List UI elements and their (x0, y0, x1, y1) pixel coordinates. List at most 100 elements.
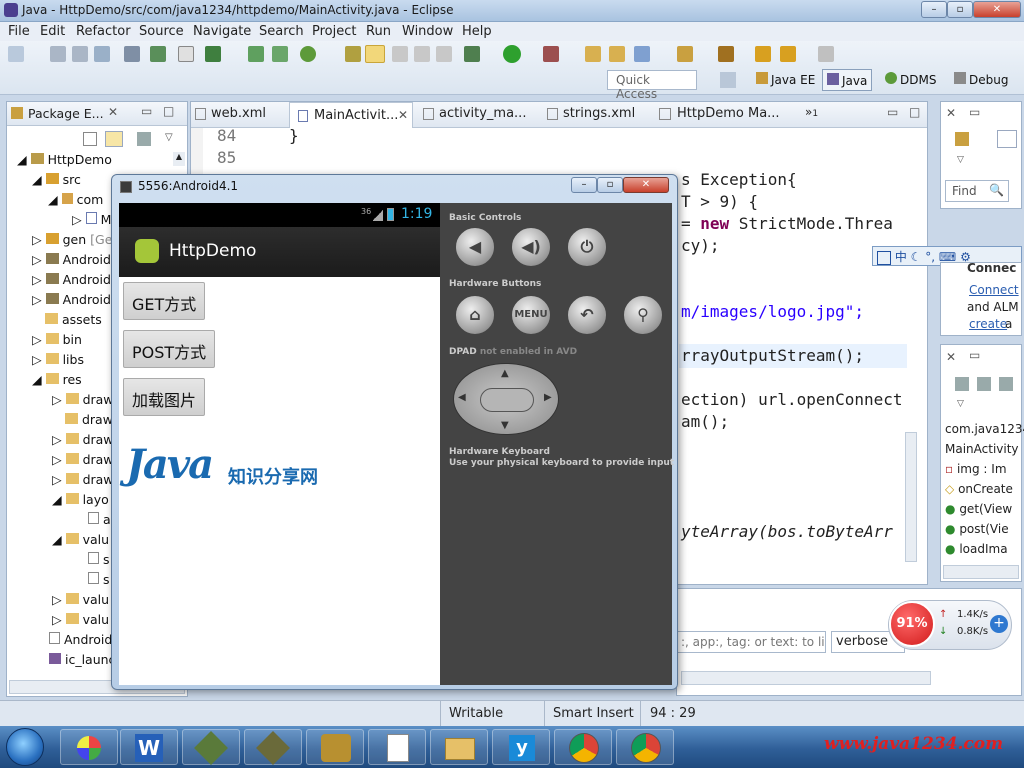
code-line[interactable]: rrayOutputStream(); (681, 346, 864, 365)
collapse-all-icon[interactable] (83, 132, 97, 146)
chevron-down-icon[interactable]: ▽ (957, 399, 964, 409)
tree-item-drawable[interactable]: ▷ draw (52, 472, 114, 487)
tree-item-bin[interactable]: ▷ bin (32, 332, 82, 347)
debug-icon[interactable] (464, 46, 480, 62)
open-type-icon[interactable] (585, 46, 601, 62)
menu-button[interactable]: MENU (511, 295, 551, 335)
tab-overflow[interactable]: »1 (805, 105, 818, 119)
task-list-icon[interactable] (997, 130, 1017, 148)
code-line[interactable]: T > 9) { (681, 192, 758, 211)
sort-icon[interactable] (977, 377, 991, 391)
dpad-up-icon[interactable]: ▲ (501, 368, 509, 379)
tree-item-layout[interactable]: ◢ layo (52, 492, 109, 507)
page-icon[interactable] (178, 46, 194, 62)
outline-package[interactable]: com.java1234 (945, 422, 1024, 436)
power-icon[interactable]: ⏻ (567, 227, 607, 267)
tree-item-values-file[interactable]: s (88, 572, 110, 587)
tree-item-values[interactable]: ◢ valu (52, 532, 109, 547)
tree-item-values[interactable]: ▷ valu (52, 592, 109, 607)
package-explorer-tab[interactable]: Package E... (28, 106, 104, 121)
tool-icon[interactable] (124, 46, 140, 62)
home-icon[interactable]: ⌂ (455, 295, 495, 335)
taskbar-app-explorer[interactable] (430, 729, 488, 765)
tab-httpdemo-manifest[interactable]: HttpDemo Ma... (659, 106, 780, 121)
taskbar-app-y[interactable]: y (492, 729, 550, 765)
dpad-center[interactable] (480, 388, 534, 412)
forward-icon[interactable] (780, 46, 796, 62)
search-icon[interactable] (634, 46, 650, 62)
taskbar-app-wps[interactable]: W (120, 729, 178, 765)
vertical-scrollbar[interactable] (905, 432, 917, 562)
android-sdk-icon[interactable] (248, 46, 264, 62)
menu-refactor[interactable]: Refactor (76, 24, 131, 39)
taskbar-app-chrome2[interactable] (616, 729, 674, 765)
code-line[interactable]: s Exception{ (681, 170, 797, 189)
outline-method[interactable]: ◇ onCreate (945, 482, 1013, 496)
menu-project[interactable]: Project (312, 24, 356, 39)
dpad-down-icon[interactable]: ▼ (501, 420, 509, 431)
maximize-view-icon[interactable]: □ (163, 104, 174, 118)
code-line[interactable]: am(); (681, 412, 729, 431)
format-icon[interactable] (414, 46, 430, 62)
outline-tool-icon[interactable] (955, 377, 969, 391)
outline-method[interactable]: ● get(View (945, 502, 1012, 516)
volume-up-icon[interactable]: ◀) (511, 227, 551, 267)
outline-method[interactable]: ● loadIma (945, 542, 1008, 556)
tree-item-drawable[interactable]: ▷ draw (52, 432, 114, 447)
code-line[interactable]: cy); (681, 236, 720, 255)
tree-item-httpdemo[interactable]: ◢ HttpDemo (17, 152, 112, 167)
save-icon[interactable] (50, 46, 66, 62)
highlight-icon[interactable] (365, 45, 385, 63)
link-editor-icon[interactable] (105, 131, 123, 147)
tree-item-android1[interactable]: ▷ Android (32, 252, 111, 267)
tree-item-mainactivity[interactable]: ▷ M (72, 212, 111, 227)
search-icon[interactable]: ⚲ (623, 295, 663, 335)
dpad[interactable]: ▲ ▼ ◀ ▶ (453, 363, 559, 435)
minimize-view-icon[interactable]: ▭ (969, 348, 980, 362)
tab-strings-xml[interactable]: strings.xml (547, 106, 635, 121)
outline-method[interactable]: ● post(Vie (945, 522, 1009, 536)
minimize-button[interactable]: – (571, 177, 597, 193)
dpad-left-icon[interactable]: ◀ (458, 392, 466, 403)
tree-item-res[interactable]: ◢ res (32, 372, 82, 387)
menu-run[interactable]: Run (366, 24, 391, 39)
taskbar-app-doc[interactable] (368, 729, 426, 765)
refresh-icon[interactable] (300, 46, 316, 62)
menu-file[interactable]: File (8, 24, 30, 39)
forward-gray-icon[interactable] (818, 46, 834, 62)
maximize-editor-icon[interactable]: □ (909, 105, 920, 119)
menu-edit[interactable]: Edit (40, 24, 65, 39)
perspective-java[interactable]: Java (822, 69, 873, 91)
tree-item-libs[interactable]: ▷ libs (32, 352, 84, 367)
tab-web-xml[interactable]: web.xml (195, 106, 266, 121)
dpad-right-icon[interactable]: ▶ (544, 392, 552, 403)
ime-punct-icon[interactable]: °, (925, 250, 935, 264)
external-tools-icon[interactable] (543, 46, 559, 62)
quick-access-input[interactable]: Quick Access (607, 70, 697, 101)
taskbar-app-android2[interactable] (244, 729, 302, 765)
ime-mode[interactable]: 中 (895, 250, 907, 264)
chevron-down-icon[interactable]: ▽ (957, 155, 964, 165)
ime-moon-icon[interactable]: ☾ (911, 250, 922, 264)
perspective-debug[interactable]: Debug (950, 69, 1012, 91)
post-button[interactable]: POST方式 (123, 330, 216, 368)
back-icon[interactable]: ↶ (567, 295, 607, 335)
tree-item-values[interactable]: ▷ valu (52, 612, 109, 627)
start-button[interactable] (6, 728, 44, 766)
tree-item-assets[interactable]: assets (45, 312, 102, 327)
open-perspective-icon[interactable] (720, 72, 736, 88)
horizontal-scrollbar[interactable] (681, 671, 931, 685)
create-link[interactable]: create (969, 317, 1007, 331)
close-button[interactable]: ✕ (973, 1, 1021, 18)
search-tool-icon[interactable] (345, 46, 361, 62)
block-icon[interactable] (392, 46, 408, 62)
minimize-view-icon[interactable]: ▭ (969, 105, 980, 119)
taskbar-app-eclipse[interactable] (306, 729, 364, 765)
network-monitor-widget[interactable]: 91% ↑ 1.4K/s ↓ 0.8K/s + (888, 600, 1012, 650)
tree-item-src[interactable]: ◢ src (32, 172, 81, 187)
menu-window[interactable]: Window (402, 24, 453, 39)
scroll-up-arrow[interactable]: ▲ (173, 152, 185, 166)
minimize-button[interactable]: – (921, 1, 947, 18)
open-folder-icon[interactable] (609, 46, 625, 62)
close-icon[interactable]: ✕ (946, 350, 956, 364)
